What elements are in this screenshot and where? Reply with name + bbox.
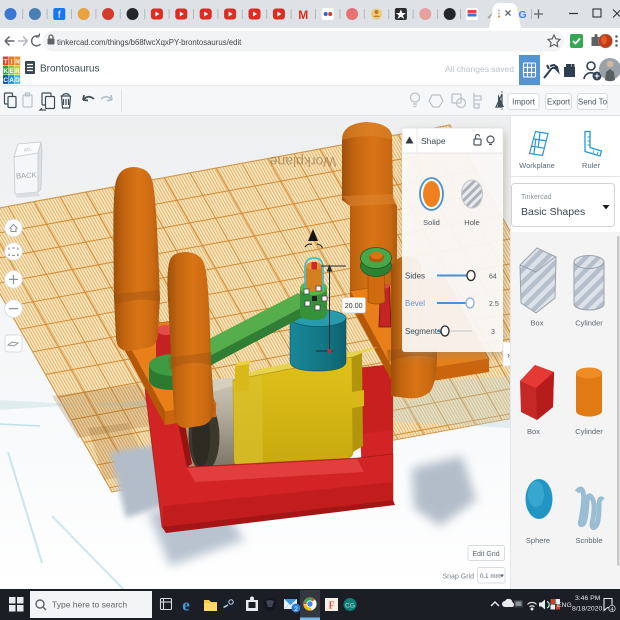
svg-text:Box: Box xyxy=(527,427,540,436)
svg-text:Hole: Hole xyxy=(464,218,479,227)
svg-text:F: F xyxy=(328,601,334,612)
svg-text:4: 4 xyxy=(610,607,613,613)
svg-text:Workplane: Workplane xyxy=(519,161,555,170)
svg-text:ENG: ENG xyxy=(557,602,572,609)
svg-text:Solid: Solid xyxy=(423,218,440,227)
svg-text:Type here to search: Type here to search xyxy=(52,600,127,610)
svg-text:BACK: BACK xyxy=(16,170,37,180)
svg-text:E: E xyxy=(9,68,14,75)
svg-text:Basic Shapes: Basic Shapes xyxy=(521,206,585,218)
svg-text:Shape: Shape xyxy=(421,136,446,146)
svg-text:Segments: Segments xyxy=(405,327,441,336)
svg-text:Import: Import xyxy=(512,98,535,107)
svg-text:Export: Export xyxy=(547,98,571,107)
svg-text:›: › xyxy=(507,350,510,360)
svg-text:All changes saved: All changes saved xyxy=(445,64,514,74)
svg-text:Edit Grid: Edit Grid xyxy=(472,551,499,558)
svg-text:I: I xyxy=(11,59,13,66)
svg-text:N: N xyxy=(15,59,20,66)
svg-text:Brontosaurus: Brontosaurus xyxy=(40,64,99,75)
svg-text:64: 64 xyxy=(489,274,497,281)
svg-text:CG: CG xyxy=(345,603,355,610)
svg-text:3:46 PM: 3:46 PM xyxy=(575,595,601,602)
svg-text:Send To: Send To xyxy=(578,98,608,107)
svg-text:Scribble: Scribble xyxy=(575,536,602,545)
svg-text:3: 3 xyxy=(491,329,495,336)
svg-text:8/18/2020: 8/18/2020 xyxy=(572,606,602,613)
svg-text:e: e xyxy=(182,596,190,615)
svg-text:2.5: 2.5 xyxy=(489,301,499,308)
svg-text:Cylinder: Cylinder xyxy=(575,427,603,436)
svg-text:tinkercad.com/things/b68fwcXqx: tinkercad.com/things/b68fwcXqxPY-brontos… xyxy=(57,38,242,47)
svg-text:Box: Box xyxy=(531,319,544,328)
svg-text:Ruler: Ruler xyxy=(582,161,600,170)
svg-text:A: A xyxy=(9,77,14,84)
svg-text:K: K xyxy=(3,68,8,75)
svg-text:G: G xyxy=(519,9,527,21)
svg-text:D: D xyxy=(15,77,20,84)
svg-text:T: T xyxy=(4,59,8,66)
svg-text:M: M xyxy=(298,8,308,22)
svg-text:0.1 mm: 0.1 mm xyxy=(480,573,501,580)
svg-text:Sphere: Sphere xyxy=(526,536,550,545)
svg-text:Sides: Sides xyxy=(405,272,425,281)
svg-text:Workplane: Workplane xyxy=(269,154,336,170)
svg-text:2: 2 xyxy=(294,606,298,613)
svg-text:Bevel: Bevel xyxy=(405,299,425,308)
svg-text:R: R xyxy=(15,68,20,75)
svg-text:20.00: 20.00 xyxy=(345,301,363,310)
svg-text:C: C xyxy=(3,77,8,84)
svg-text:f: f xyxy=(58,10,61,21)
svg-text:Tinkercad: Tinkercad xyxy=(521,194,552,201)
svg-text:Snap Grid: Snap Grid xyxy=(442,574,474,581)
svg-text:Cylinder: Cylinder xyxy=(575,319,603,328)
